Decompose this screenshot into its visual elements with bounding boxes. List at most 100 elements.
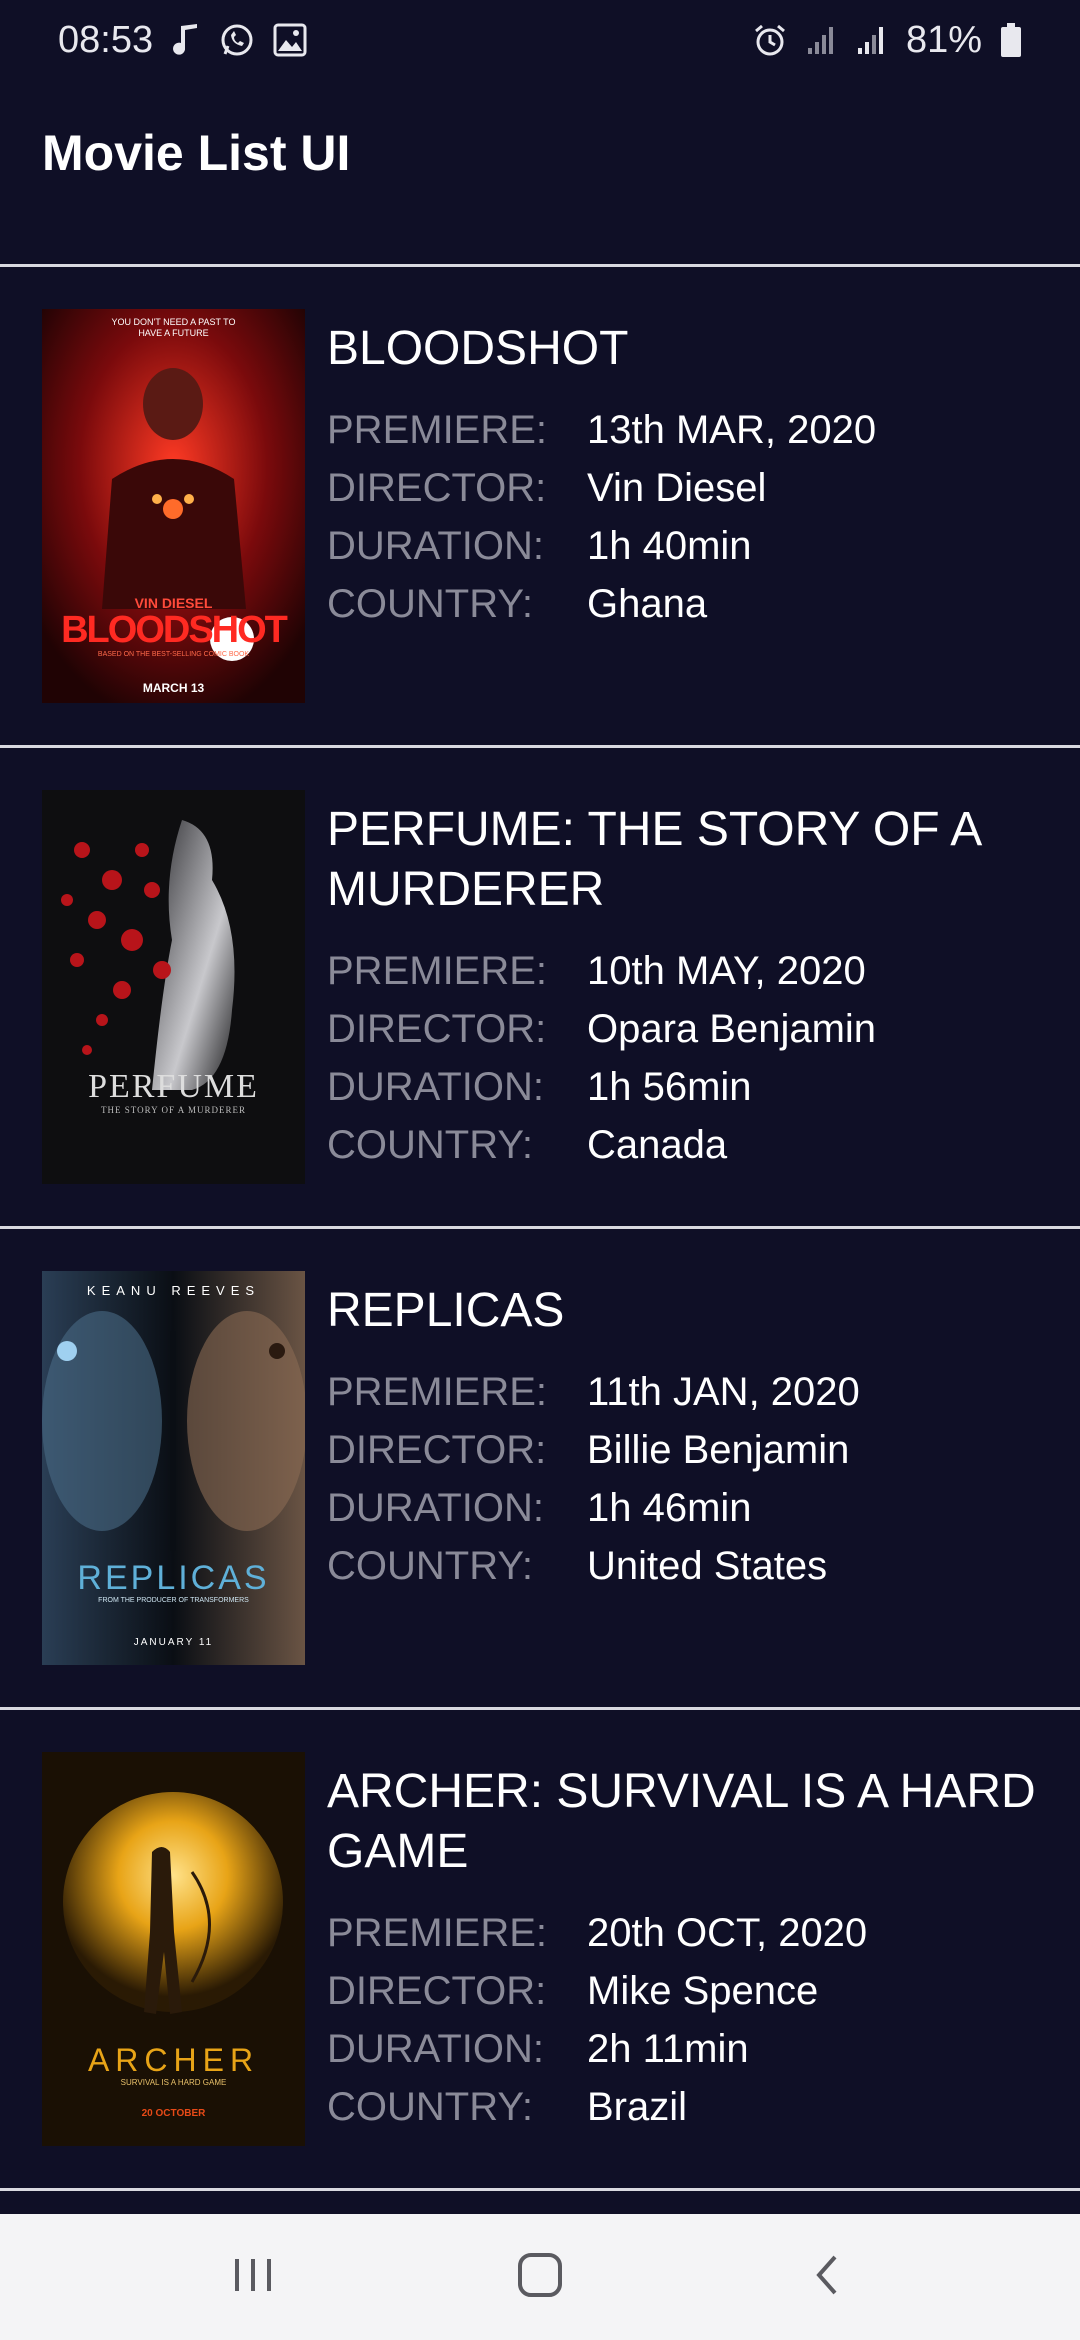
- gallery-icon: [273, 23, 307, 57]
- country-value: Canada: [587, 1122, 728, 1167]
- poster-subline: BASED ON THE BEST-SELLING COMIC BOOK: [97, 651, 250, 658]
- duration-label: DURATION:: [327, 1064, 545, 1109]
- poster-date: JANUARY 11: [133, 1637, 214, 1648]
- duration-row: DURATION: 1h 46min: [327, 1479, 1047, 1537]
- duration-label: DURATION:: [327, 1485, 545, 1530]
- poster-date: 20 OCTOBER: [141, 2108, 206, 2119]
- poster-date: MARCH 13: [142, 681, 205, 695]
- premiere-label: PREMIERE:: [327, 1910, 548, 1955]
- director-row: DIRECTOR: Vin Diesel: [327, 459, 1047, 517]
- signal-icon: [856, 24, 888, 56]
- status-left: 08:53: [58, 19, 307, 62]
- battery-icon: [1000, 22, 1022, 58]
- recents-icon: [231, 2255, 275, 2300]
- whatsapp-icon: [219, 22, 255, 58]
- poster-subline: FROM THE PRODUCER OF TRANSFORMERS: [98, 1597, 249, 1604]
- country-label: COUNTRY:: [327, 1543, 533, 1588]
- premiere-value: 10th MAY, 2020: [587, 948, 866, 993]
- battery-percent: 81%: [905, 18, 982, 61]
- movie-item[interactable]: PERFUME THE STORY OF A MURDERER PERFUME:…: [0, 748, 1080, 1229]
- movie-item[interactable]: YOU DON'T NEED A PAST TO HAVE A FUTURE V…: [0, 267, 1080, 748]
- movie-info: PERFUME: THE STORY OF A MURDERER PREMIER…: [327, 800, 1047, 1174]
- country-row: COUNTRY: Canada: [327, 1116, 1047, 1174]
- country-label: COUNTRY:: [327, 2084, 533, 2129]
- director-label: DIRECTOR:: [327, 1427, 547, 1472]
- premiere-row: PREMIERE: 11th JAN, 2020: [327, 1363, 1047, 1421]
- country-value: United States: [587, 1543, 828, 1588]
- country-label: COUNTRY:: [327, 581, 533, 626]
- poster-subline: SURVIVAL IS A HARD GAME: [120, 2078, 227, 2087]
- director-row: DIRECTOR: Billie Benjamin: [327, 1421, 1047, 1479]
- duration-value: 1h 46min: [587, 1485, 752, 1530]
- movie-item[interactable]: KEANU REEVES REPLICAS FROM THE PRODUCER …: [0, 1229, 1080, 1710]
- premiere-value: 11th JAN, 2020: [587, 1369, 860, 1414]
- premiere-row: PREMIERE: 10th MAY, 2020: [327, 942, 1047, 1000]
- premiere-row: PREMIERE: 20th OCT, 2020: [327, 1904, 1047, 1962]
- poster-tagline: YOU DON'T NEED A PAST TO HAVE A FUTURE: [111, 317, 236, 338]
- movie-info: REPLICAS PREMIERE: 11th JAN, 2020 DIRECT…: [327, 1281, 1047, 1595]
- movie-poster: PERFUME THE STORY OF A MURDERER: [42, 790, 305, 1184]
- movie-info: ARCHER: SURVIVAL IS A HARD GAME PREMIERE…: [327, 1762, 1047, 2136]
- premiere-label: PREMIERE:: [327, 1369, 548, 1414]
- recents-button[interactable]: [193, 2227, 313, 2327]
- movie-title: REPLICAS: [327, 1284, 565, 1337]
- screen: 08:53 81% Movie List UI YOU DON'T NEED A…: [0, 0, 1080, 2340]
- movie-poster: YOU DON'T NEED A PAST TO HAVE A FUTURE V…: [42, 309, 305, 703]
- director-value: Opara Benjamin: [587, 1006, 877, 1051]
- back-icon: [809, 2251, 845, 2304]
- movie-title: PERFUME: THE STORY OF A MURDERER: [327, 803, 980, 916]
- duration-value: 1h 40min: [587, 523, 752, 568]
- home-button[interactable]: [480, 2227, 600, 2327]
- director-label: DIRECTOR:: [327, 1968, 547, 2013]
- movie-title: BLOODSHOT: [327, 322, 629, 375]
- director-row: DIRECTOR: Mike Spence: [327, 1962, 1047, 2020]
- duration-row: DURATION: 1h 40min: [327, 517, 1047, 575]
- signal-icon: [806, 24, 838, 56]
- duration-row: DURATION: 1h 56min: [327, 1058, 1047, 1116]
- premiere-row: PREMIERE: 13th MAR, 2020: [327, 401, 1047, 459]
- app-bar: Movie List UI: [0, 80, 1080, 264]
- back-button[interactable]: [767, 2227, 887, 2327]
- premiere-value: 20th OCT, 2020: [587, 1910, 868, 1955]
- premiere-value: 13th MAR, 2020: [587, 407, 877, 452]
- director-value: Vin Diesel: [587, 465, 767, 510]
- clock: 08:53: [58, 18, 154, 61]
- country-value: Ghana: [587, 581, 708, 626]
- country-row: COUNTRY: Brazil: [327, 2078, 1047, 2136]
- poster-name: BLOODSHOT: [61, 609, 288, 651]
- country-label: COUNTRY:: [327, 1122, 533, 1167]
- poster-name: ARCHER: [87, 2042, 260, 2078]
- poster-subline: THE STORY OF A MURDERER: [100, 1105, 247, 1115]
- status-bar: 08:53 81%: [0, 0, 1080, 80]
- country-row: COUNTRY: Ghana: [327, 575, 1047, 633]
- director-label: DIRECTOR:: [327, 1006, 547, 1051]
- alarm-icon: [752, 22, 788, 58]
- music-note-icon: [171, 22, 201, 58]
- director-label: DIRECTOR:: [327, 465, 547, 510]
- movie-info: BLOODSHOT PREMIERE: 13th MAR, 2020 DIREC…: [327, 319, 1047, 633]
- duration-row: DURATION: 2h 11min: [327, 2020, 1047, 2078]
- poster-actor: KEANU REEVES: [86, 1283, 261, 1298]
- premiere-label: PREMIERE:: [327, 948, 548, 993]
- poster-name: REPLICAS: [77, 1559, 270, 1597]
- country-row: COUNTRY: United States: [327, 1537, 1047, 1595]
- movie-poster: KEANU REEVES REPLICAS FROM THE PRODUCER …: [42, 1271, 305, 1665]
- status-right: 81%: [752, 19, 1022, 62]
- duration-label: DURATION:: [327, 2026, 545, 2071]
- country-value: Brazil: [587, 2084, 688, 2129]
- movie-title: ARCHER: SURVIVAL IS A HARD GAME: [327, 1765, 1036, 1878]
- navigation-bar: [0, 2214, 1080, 2340]
- director-row: DIRECTOR: Opara Benjamin: [327, 1000, 1047, 1058]
- duration-label: DURATION:: [327, 523, 545, 568]
- home-icon: [516, 2251, 564, 2304]
- duration-value: 1h 56min: [587, 1064, 752, 1109]
- duration-value: 2h 11min: [587, 2026, 749, 2071]
- movie-item[interactable]: ARCHER SURVIVAL IS A HARD GAME 20 OCTOBE…: [0, 1710, 1080, 2191]
- poster-name: PERFUME: [88, 1068, 259, 1105]
- movie-list[interactable]: YOU DON'T NEED A PAST TO HAVE A FUTURE V…: [0, 267, 1080, 2191]
- director-value: Mike Spence: [587, 1968, 819, 2013]
- director-value: Billie Benjamin: [587, 1427, 850, 1472]
- app-title: Movie List UI: [42, 125, 351, 181]
- premiere-label: PREMIERE:: [327, 407, 548, 452]
- movie-poster: ARCHER SURVIVAL IS A HARD GAME 20 OCTOBE…: [42, 1752, 305, 2146]
